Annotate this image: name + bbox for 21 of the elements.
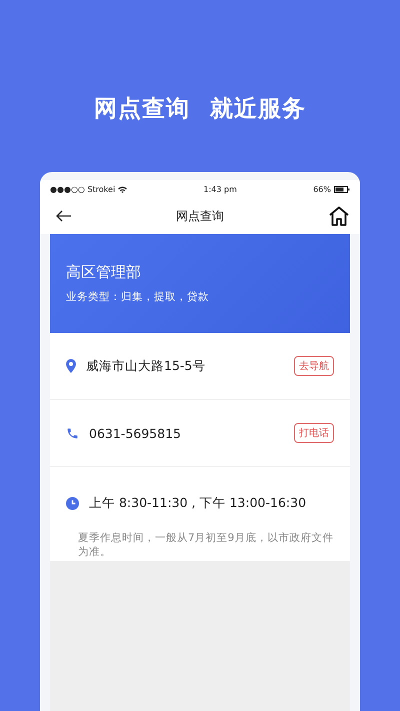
hours-note: 夏季作息时间，一般从7月初至9月底，以市政府文件为准。: [77, 532, 334, 560]
carrier-text: ●●●○○ Strokei: [50, 184, 116, 194]
home-icon[interactable]: [328, 206, 350, 226]
status-time: 1:43 pm: [204, 184, 237, 194]
address-text: 威海市山大路15-5号: [86, 358, 206, 374]
nav-title: 网点查询: [176, 208, 224, 224]
headline: 网点查询: [94, 94, 190, 124]
battery-icon: [334, 186, 350, 192]
navigate-button[interactable]: 去导航: [294, 356, 334, 376]
branch-name: 高区管理部: [66, 263, 142, 282]
opening-hours: 上午 8:30-11:30 , 下午 13:00-16:30: [89, 495, 308, 512]
phone-icon: [66, 426, 79, 440]
headline: 就近服务: [210, 94, 306, 124]
service-types: 业务类型：归集，提取，贷款: [66, 290, 210, 304]
battery-percent: 66%: [313, 184, 331, 194]
back-arrow-icon[interactable]: [56, 210, 72, 222]
location-pin-icon: [66, 359, 76, 373]
phone-number: 0631-5695815: [89, 426, 182, 440]
clock-icon: [66, 497, 79, 510]
wifi-icon: [118, 186, 128, 192]
call-button[interactable]: 打电话: [294, 423, 334, 443]
